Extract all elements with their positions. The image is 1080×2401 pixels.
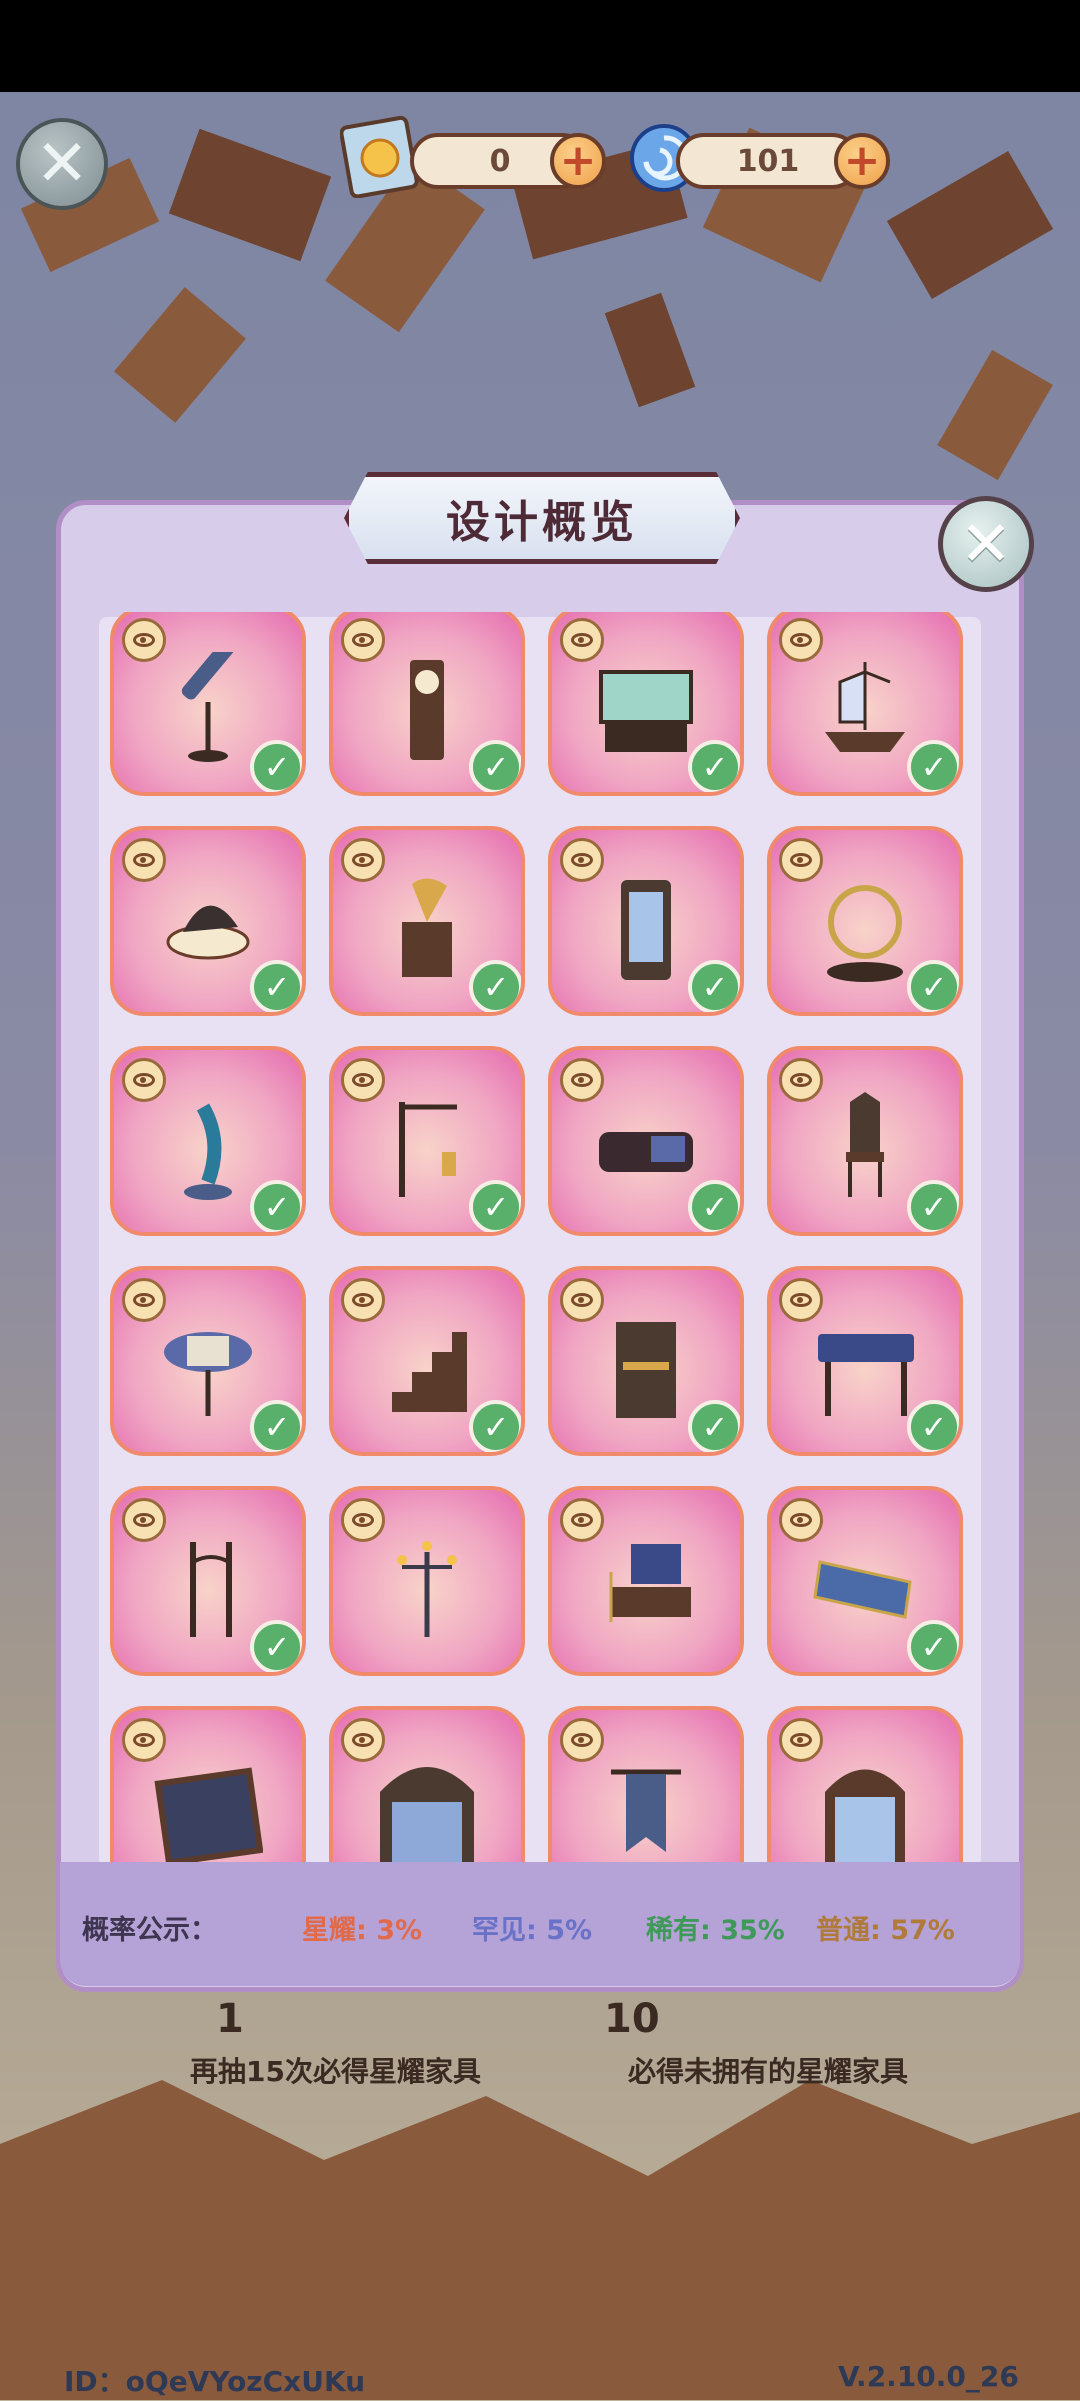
furniture-dragon-table-icon	[166, 905, 250, 960]
owned-check-icon: ✓	[907, 1400, 959, 1452]
furniture-butterfly-frame-icon	[154, 1767, 263, 1862]
furniture-curio-cabinet-icon	[825, 1769, 905, 1862]
decor-ground	[0, 2080, 1080, 2400]
furniture-peacock-statue-icon	[184, 1103, 232, 1201]
owned-check-icon: ✓	[907, 740, 959, 792]
furniture-street-lamp-icon	[190, 1542, 232, 1638]
furniture-scale-desk-icon	[609, 1544, 691, 1623]
furniture-card-gothic-chair[interactable]: ✓	[767, 1046, 963, 1236]
furniture-star-rug-icon	[813, 1560, 912, 1620]
furniture-grid[interactable]: ✓ ✓ ✓ ✓ ✓ ✓ ✓ ✓ ✓ ✓ ✓ ✓ ✓ ✓ ✓ ✓ ✓ ✓	[96, 612, 986, 1862]
version-label: V.2.10.0_26	[838, 2360, 1019, 2393]
modal-title-banner: 设计概览	[344, 472, 740, 564]
pity-hint-right: 必得未拥有的星耀家具	[628, 2055, 909, 2088]
furniture-sofa-icon	[599, 1132, 693, 1173]
furniture-card-grandfather-clock[interactable]: ✓	[329, 612, 525, 796]
furniture-chess-table-icon	[164, 1332, 252, 1417]
furniture-candelabra-icon	[397, 1541, 457, 1638]
furniture-card-star-rug[interactable]: ✓	[767, 1486, 963, 1676]
currency2-display: 101	[676, 133, 860, 189]
owned-check-icon: ✓	[250, 1620, 302, 1672]
furniture-grandfather-clock-icon	[410, 660, 444, 761]
modal-title: 设计概览	[446, 497, 638, 548]
owned-check-icon: ✓	[907, 960, 959, 1012]
owned-check-icon: ✓	[469, 740, 521, 792]
furniture-ship-model-icon	[825, 662, 905, 753]
rate-rare-uncommon: 罕见: 5%	[472, 1915, 593, 1946]
furniture-card-peacock-statue[interactable]: ✓	[110, 1046, 306, 1236]
furniture-card-banner[interactable]	[548, 1706, 744, 1862]
furniture-astrolabe-icon	[827, 885, 903, 983]
plus-icon: +	[559, 135, 597, 186]
furniture-aquarium-icon	[599, 670, 693, 753]
furniture-card-desk-cabinet[interactable]: ✓	[548, 1266, 744, 1456]
modal-close-button[interactable]: ✕	[938, 496, 1034, 592]
plus-icon: +	[843, 135, 881, 186]
rate-rare: 稀有: 35%	[646, 1915, 785, 1946]
owned-check-icon: ✓	[688, 1180, 740, 1232]
owned-check-icon: ✓	[469, 960, 521, 1012]
furniture-card-arched-window[interactable]	[329, 1706, 525, 1862]
furniture-telescope-icon	[181, 652, 235, 763]
draw-count-left: 1	[216, 1996, 244, 2042]
furniture-card-ship-model[interactable]: ✓	[767, 612, 963, 796]
furniture-card-starry-table[interactable]: ✓	[767, 1266, 963, 1456]
owned-check-icon: ✓	[469, 1400, 521, 1452]
furniture-card-butterfly-frame[interactable]	[110, 1706, 306, 1862]
scroll-ticket-icon	[340, 115, 419, 198]
furniture-card-gramophone[interactable]: ✓	[329, 826, 525, 1016]
furniture-card-dragon-table[interactable]: ✓	[110, 826, 306, 1016]
furniture-card-sofa[interactable]: ✓	[548, 1046, 744, 1236]
currency2-value: 101	[736, 143, 800, 179]
furniture-arched-window-icon	[380, 1767, 474, 1862]
furniture-starry-table-icon	[818, 1334, 914, 1417]
owned-check-icon: ✓	[250, 1180, 302, 1232]
rate-common: 普通: 57%	[816, 1915, 955, 1946]
close-icon: ✕	[960, 507, 1012, 580]
currency1-value: 0	[489, 143, 511, 179]
owned-check-icon: ✓	[250, 960, 302, 1012]
furniture-card-aquarium[interactable]: ✓	[548, 612, 744, 796]
owned-check-icon: ✓	[907, 1620, 959, 1672]
furniture-banner-icon	[611, 1769, 681, 1853]
probability-label: 概率公示：	[82, 1915, 217, 1946]
furniture-card-astrolabe[interactable]: ✓	[767, 826, 963, 1016]
owned-check-icon: ✓	[688, 740, 740, 792]
furniture-card-scale-desk[interactable]	[548, 1486, 744, 1676]
status-bar	[0, 0, 1080, 92]
furniture-card-staircase[interactable]: ✓	[329, 1266, 525, 1456]
owned-check-icon: ✓	[469, 1180, 521, 1232]
pity-hint-left: 再抽15次必得星耀家具	[190, 2055, 481, 2088]
back-close-button[interactable]: ✕	[16, 118, 108, 210]
furniture-card-candelabra[interactable]	[329, 1486, 525, 1676]
furniture-gothic-chair-icon	[846, 1092, 884, 1198]
player-id: ID：oQeVYozCxUKu	[64, 2365, 366, 2398]
furniture-gramophone-icon	[402, 878, 452, 978]
owned-check-icon: ✓	[688, 1400, 740, 1452]
furniture-card-street-lamp[interactable]: ✓	[110, 1486, 306, 1676]
owned-check-icon: ✓	[250, 1400, 302, 1452]
furniture-card-lantern-stand[interactable]: ✓	[329, 1046, 525, 1236]
currency1-add-button[interactable]: +	[550, 133, 606, 189]
furniture-desk-cabinet-icon	[616, 1322, 676, 1419]
furniture-card-chess-table[interactable]: ✓	[110, 1266, 306, 1456]
close-icon: ✕	[35, 127, 89, 201]
draw-count-right: 10	[604, 1996, 660, 2042]
owned-check-icon: ✓	[688, 960, 740, 1012]
rate-starlight: 星耀: 3%	[302, 1915, 423, 1946]
owned-check-icon: ✓	[907, 1180, 959, 1232]
currency2-add-button[interactable]: +	[834, 133, 890, 189]
furniture-card-curio-cabinet[interactable]	[767, 1706, 963, 1862]
owned-check-icon: ✓	[250, 740, 302, 792]
furniture-card-display-cabinet[interactable]: ✓	[548, 826, 744, 1016]
furniture-lantern-stand-icon	[399, 1102, 457, 1198]
furniture-staircase-icon	[392, 1332, 467, 1413]
furniture-display-cabinet-icon	[621, 880, 671, 981]
furniture-card-telescope[interactable]: ✓	[110, 612, 306, 796]
